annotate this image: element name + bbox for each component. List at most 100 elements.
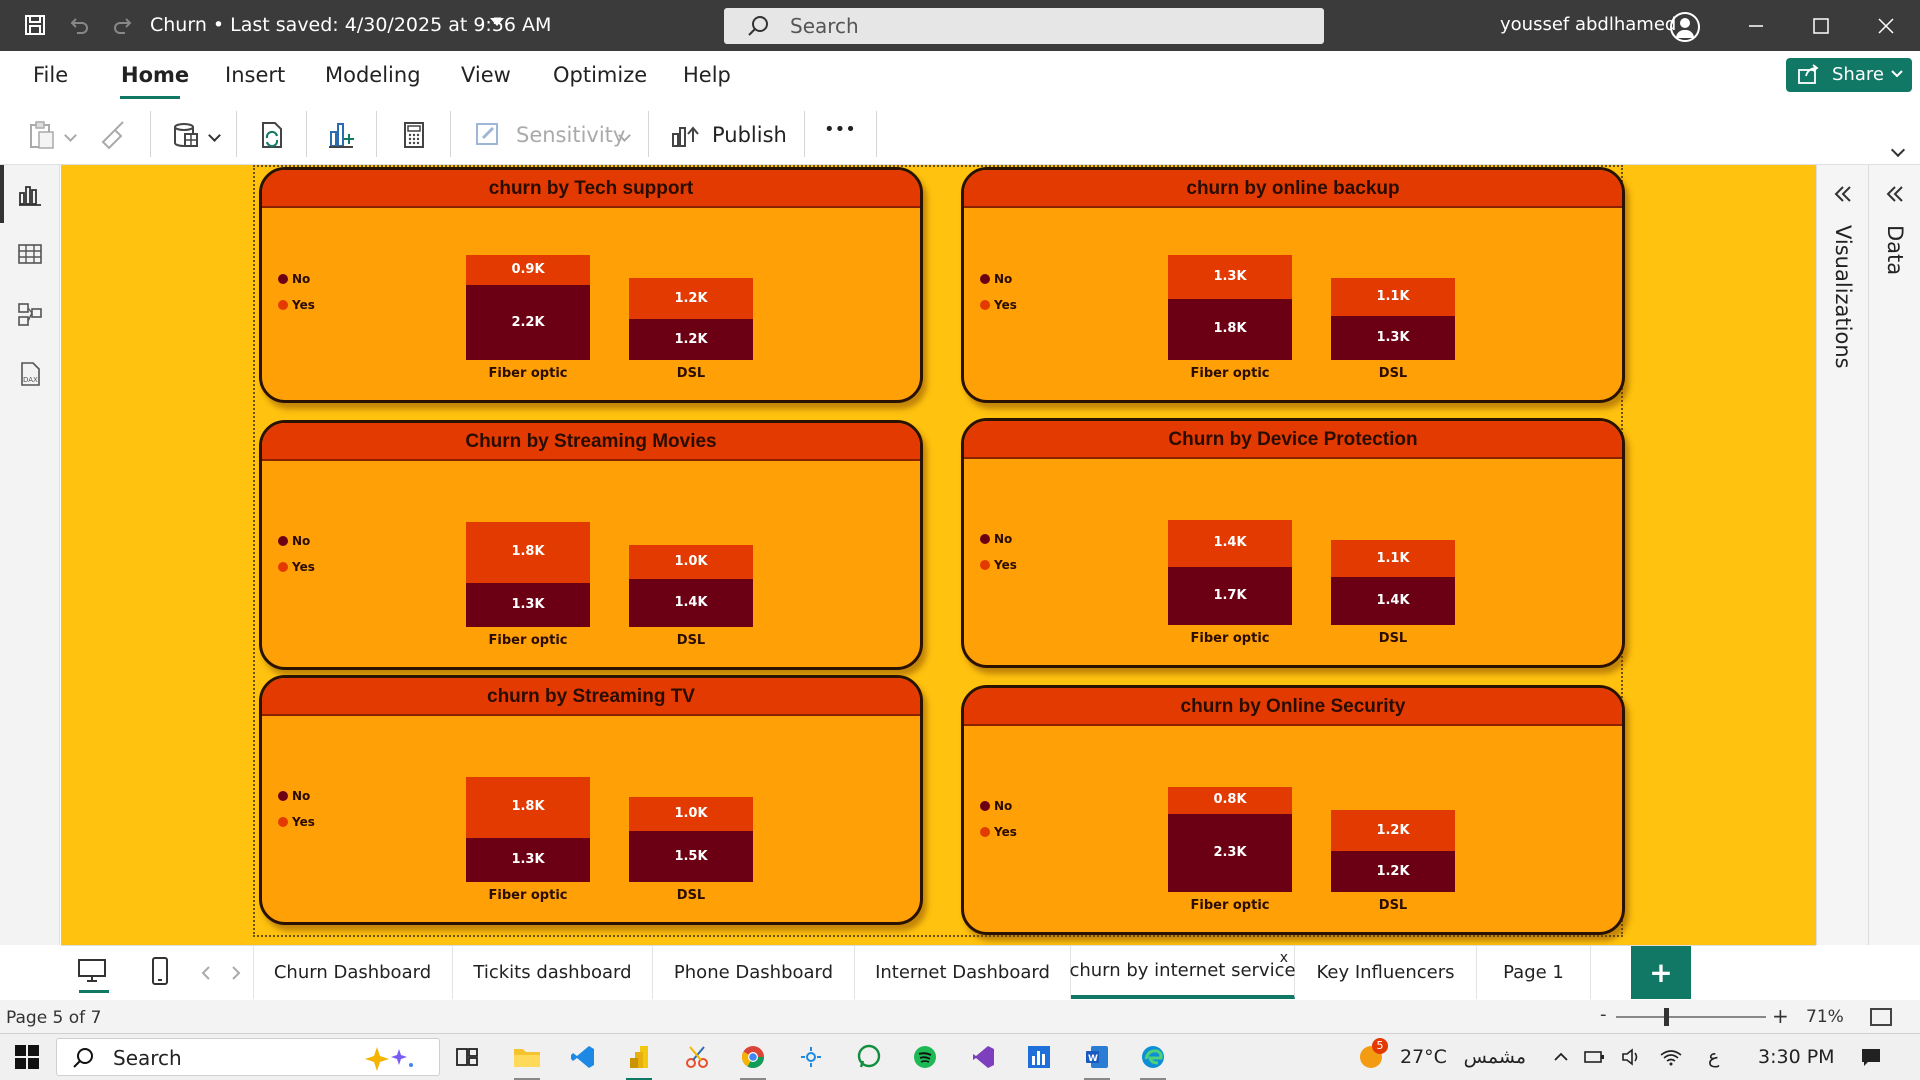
- bar-segment-yes[interactable]: 1.2K: [1331, 810, 1455, 852]
- get-data-icon[interactable]: [170, 119, 202, 151]
- bar-segment-no[interactable]: 1.7K: [1168, 567, 1292, 625]
- legend-item-yes[interactable]: Yes: [278, 809, 315, 835]
- chart-legend[interactable]: No Yes: [980, 793, 1017, 845]
- powerbi-icon[interactable]: [624, 1042, 654, 1072]
- chart-app-icon[interactable]: [1024, 1042, 1054, 1072]
- menu-home[interactable]: Home: [121, 63, 189, 87]
- bar-segment-yes[interactable]: 1.1K: [1331, 540, 1455, 578]
- windows-start-icon[interactable]: [12, 1042, 42, 1072]
- menu-file[interactable]: File: [33, 63, 68, 87]
- new-visual-icon[interactable]: [326, 119, 358, 151]
- vscode-icon[interactable]: [568, 1042, 598, 1072]
- menu-insert[interactable]: Insert: [225, 63, 285, 87]
- visualizations-pane-label[interactable]: Visualizations: [1831, 225, 1855, 369]
- whatsapp-icon[interactable]: [854, 1042, 884, 1072]
- zoom-slider-track[interactable]: [1616, 1016, 1766, 1018]
- bar-segment-yes[interactable]: 1.0K: [629, 797, 753, 831]
- battery-icon[interactable]: [1580, 1042, 1610, 1072]
- file-explorer-icon[interactable]: [512, 1042, 542, 1072]
- chevron-down-icon[interactable]: [208, 129, 221, 142]
- word-icon[interactable]: W: [1082, 1042, 1112, 1072]
- bar-segment-no[interactable]: 1.2K: [1331, 851, 1455, 892]
- tab-page-1[interactable]: Page 1: [1477, 946, 1591, 999]
- chart-legend[interactable]: No Yes: [278, 528, 315, 580]
- report-view-icon[interactable]: [16, 180, 44, 208]
- maximize-button[interactable]: [1801, 10, 1841, 42]
- paste-icon[interactable]: [26, 119, 58, 151]
- data-pane-collapsed[interactable]: Data: [1868, 165, 1920, 945]
- bar-segment-yes[interactable]: 1.1K: [1331, 278, 1455, 316]
- stacked-bar[interactable]: 1.2K 1.2K: [1331, 810, 1455, 892]
- menu-view[interactable]: View: [461, 63, 511, 87]
- tab-churn-by-internet-service[interactable]: churn by internet service x: [1069, 946, 1296, 999]
- format-painter-icon[interactable]: [98, 119, 130, 151]
- search-box[interactable]: Search: [724, 8, 1324, 44]
- tab-internet-dashboard[interactable]: Internet Dashboard: [855, 946, 1071, 999]
- bar-segment-yes[interactable]: 1.0K: [629, 545, 753, 580]
- stacked-bar[interactable]: 1.0K 1.4K: [629, 545, 753, 627]
- stacked-bar[interactable]: 0.8K 2.3K: [1168, 786, 1292, 892]
- tab-tickits-dashboard[interactable]: Tickits dashboard: [453, 946, 653, 999]
- redo-icon[interactable]: [110, 12, 136, 38]
- legend-item-no[interactable]: No: [278, 266, 315, 292]
- avatar-icon[interactable]: [1670, 12, 1700, 42]
- legend-item-no[interactable]: No: [980, 793, 1017, 819]
- edge-icon[interactable]: [1138, 1042, 1168, 1072]
- chart-card[interactable]: churn by Online Security No Yes 0.8K 2.3K Fib…: [961, 685, 1625, 935]
- task-view-icon[interactable]: [452, 1042, 482, 1072]
- dax-query-view-icon[interactable]: DAX: [16, 360, 44, 388]
- bar-segment-no[interactable]: 1.3K: [466, 837, 590, 882]
- bar-segment-no[interactable]: 1.3K: [1331, 315, 1455, 360]
- notification-icon[interactable]: [1856, 1042, 1886, 1072]
- bar-segment-no[interactable]: 1.8K: [1168, 298, 1292, 360]
- legend-item-no[interactable]: No: [278, 528, 315, 554]
- model-view-icon[interactable]: [16, 300, 44, 328]
- bar-segment-yes[interactable]: 1.8K: [466, 521, 590, 583]
- chart-card[interactable]: churn by online backup No Yes 1.3K 1.8K Fiber…: [961, 167, 1625, 403]
- legend-item-no[interactable]: No: [980, 266, 1017, 292]
- taskbar-search[interactable]: Search: [56, 1038, 440, 1076]
- calculator-icon[interactable]: [398, 119, 430, 151]
- legend-item-yes[interactable]: Yes: [278, 554, 315, 580]
- publish-label[interactable]: Publish: [712, 123, 787, 147]
- chevron-up-icon[interactable]: [1546, 1042, 1576, 1072]
- tab-phone-dashboard[interactable]: Phone Dashboard: [653, 946, 855, 999]
- bar-segment-yes[interactable]: 0.9K: [466, 254, 590, 286]
- weather-condition[interactable]: مشمس: [1446, 1046, 1526, 1068]
- chart-legend[interactable]: No Yes: [980, 526, 1017, 578]
- bar-segment-yes[interactable]: 0.8K: [1168, 786, 1292, 814]
- share-button[interactable]: Share: [1786, 58, 1912, 92]
- temperature[interactable]: 27°C: [1400, 1046, 1447, 1068]
- mobile-layout-icon[interactable]: [145, 956, 175, 986]
- stacked-bar[interactable]: 1.8K 1.3K: [466, 776, 590, 882]
- chart-card[interactable]: churn by Streaming TV No Yes 1.8K 1.3K Fiber …: [259, 675, 923, 925]
- add-page-button[interactable]: +: [1631, 946, 1691, 999]
- tab-churn-dashboard[interactable]: Churn Dashboard: [253, 946, 453, 999]
- bar-segment-yes[interactable]: 1.3K: [1168, 254, 1292, 299]
- bar-segment-no[interactable]: 1.5K: [629, 831, 753, 882]
- stacked-bar[interactable]: 1.1K 1.3K: [1331, 278, 1455, 360]
- close-tab-icon[interactable]: x: [1280, 950, 1288, 966]
- legend-item-no[interactable]: No: [980, 526, 1017, 552]
- undo-icon[interactable]: [66, 12, 92, 38]
- stacked-bar[interactable]: 1.4K 1.7K: [1168, 519, 1292, 625]
- stacked-bar[interactable]: 0.9K 2.2K: [466, 254, 590, 360]
- sensitivity-label[interactable]: Sensitivity: [516, 123, 625, 147]
- menu-modeling[interactable]: Modeling: [325, 63, 421, 87]
- visual-studio-icon[interactable]: [968, 1042, 998, 1072]
- chart-legend[interactable]: No Yes: [980, 266, 1017, 318]
- legend-item-no[interactable]: No: [278, 783, 315, 809]
- menu-optimize[interactable]: Optimize: [553, 63, 647, 87]
- tab-key-influencers[interactable]: Key Influencers: [1295, 946, 1477, 999]
- stacked-bar[interactable]: 1.3K 1.8K: [1168, 254, 1292, 360]
- expand-pane-icon[interactable]: [1831, 183, 1853, 211]
- stacked-bar[interactable]: 1.2K 1.2K: [629, 278, 753, 360]
- publish-icon[interactable]: [668, 119, 700, 151]
- data-pane-label[interactable]: Data: [1883, 225, 1907, 275]
- bar-segment-yes[interactable]: 1.2K: [629, 278, 753, 320]
- save-icon[interactable]: [22, 12, 48, 38]
- refresh-icon[interactable]: [256, 119, 288, 151]
- settings-app-icon[interactable]: [796, 1042, 826, 1072]
- bar-segment-no[interactable]: 1.4K: [1331, 577, 1455, 625]
- spotify-icon[interactable]: [910, 1042, 940, 1072]
